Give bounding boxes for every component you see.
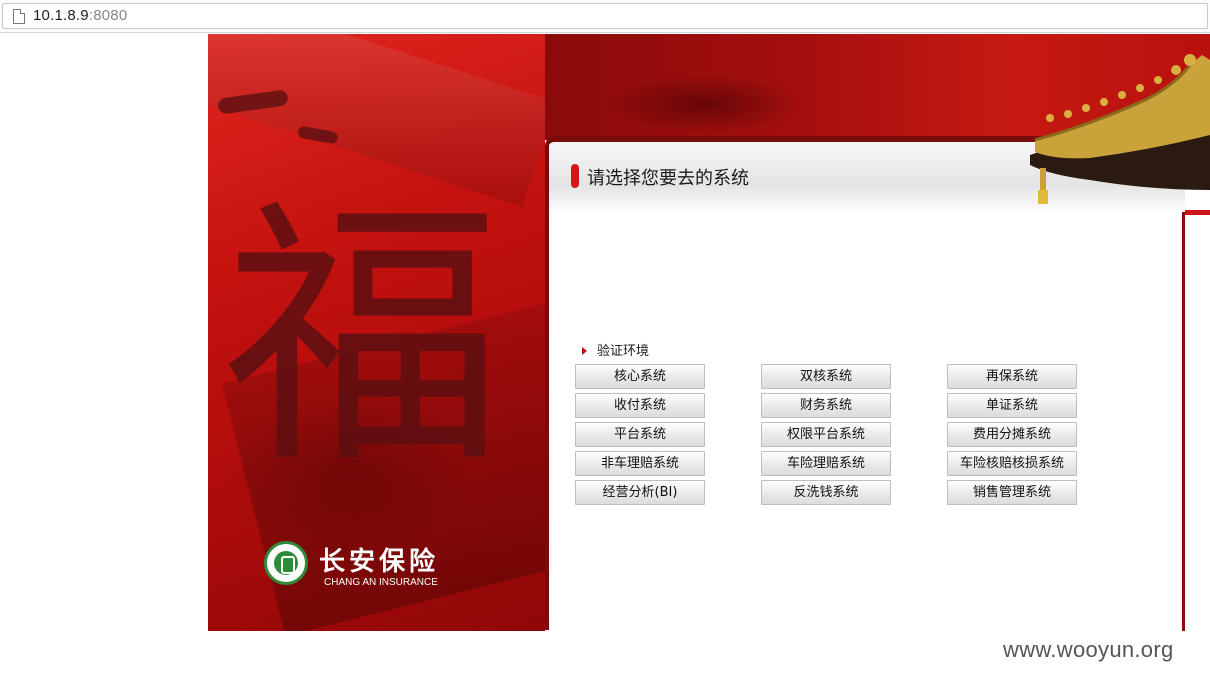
left-banner-image: 福 长安保险 CHANG AN INSURANCE: [208, 34, 545, 631]
section-label-text: 验证环境: [597, 344, 650, 359]
browser-address-bar: 10.1.8.9:8080: [0, 0, 1210, 33]
anti-money-laundering-button[interactable]: 反洗钱系统: [761, 480, 891, 505]
url-port: :8080: [88, 7, 128, 24]
auto-claims-button[interactable]: 车险理赔系统: [761, 451, 891, 476]
panel-title: 请选择您要去的系统: [587, 168, 749, 189]
payment-system-button[interactable]: 收付系统: [575, 393, 705, 418]
finance-system-button[interactable]: 财务系统: [761, 393, 891, 418]
url-field[interactable]: 10.1.8.9:8080: [2, 3, 1208, 29]
side-accent-bar: [1185, 210, 1210, 215]
sales-management-button[interactable]: 销售管理系统: [947, 480, 1077, 505]
business-analytics-button[interactable]: 经营分析(BI): [575, 480, 705, 505]
company-logo: 长安保险 CHANG AN INSURANCE: [264, 541, 504, 591]
non-auto-claims-button[interactable]: 非车理赔系统: [575, 451, 705, 476]
section-label: 验证环境: [582, 340, 649, 359]
fu-calligraphy: 福: [223, 176, 503, 502]
platform-system-button[interactable]: 平台系统: [575, 422, 705, 447]
logo-english-name: CHANG AN INSURANCE: [324, 577, 438, 588]
cost-allocation-button[interactable]: 费用分摊系统: [947, 422, 1077, 447]
auto-claim-review-button[interactable]: 车险核赔核损系统: [947, 451, 1077, 476]
url-host: 10.1.8.9: [33, 7, 89, 24]
panel-border: [1182, 212, 1185, 631]
logo-chinese-name: 长安保险: [319, 547, 440, 577]
core-system-button[interactable]: 核心系统: [575, 364, 705, 389]
url-text[interactable]: 10.1.8.9:8080: [33, 7, 127, 24]
watermark: www.wooyun.org: [1003, 637, 1174, 662]
reinsurance-system-button[interactable]: 再保系统: [947, 364, 1077, 389]
dual-core-system-button[interactable]: 双核系统: [761, 364, 891, 389]
page-icon: [13, 9, 25, 24]
roof-ornament-icon: [1030, 54, 1210, 204]
bullet-arrow-icon: [582, 346, 587, 355]
logo-emblem-icon: [264, 541, 308, 585]
title-marker-icon: [571, 164, 579, 188]
document-system-button[interactable]: 单证系统: [947, 393, 1077, 418]
permission-platform-button[interactable]: 权限平台系统: [761, 422, 891, 447]
